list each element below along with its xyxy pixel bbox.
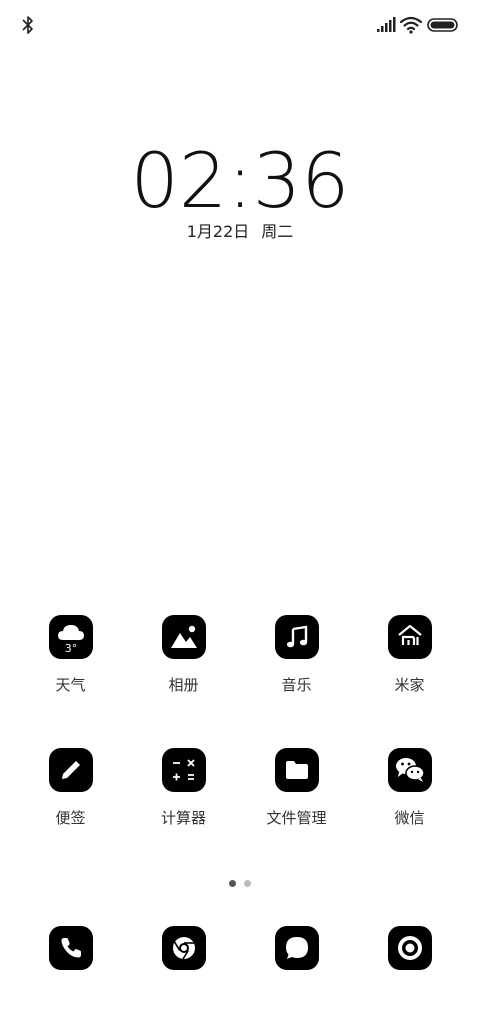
camera-icon (387, 926, 432, 970)
calculator-icon (161, 748, 206, 792)
status-bar (0, 0, 480, 50)
wifi-icon (400, 16, 422, 34)
page-dot[interactable] (244, 880, 251, 887)
dock-phone[interactable] (14, 926, 127, 970)
dock-camera[interactable] (353, 926, 466, 970)
weekday-text: 周二 (261, 222, 294, 241)
app-label: 计算器 (160, 809, 206, 827)
bluetooth-icon (22, 16, 33, 34)
app-label: 米家 (394, 676, 425, 694)
weather-icon: 3° (48, 615, 93, 659)
messages-icon (274, 926, 319, 970)
app-wechat[interactable]: 微信 (353, 748, 466, 828)
weather-temp: 3° (64, 642, 77, 654)
app-notes[interactable]: 便签 (14, 748, 127, 828)
app-label: 便签 (55, 809, 86, 827)
app-calculator[interactable]: 计算器 (127, 748, 240, 828)
clock-hour: 02 (130, 136, 228, 225)
signal-icon (377, 17, 396, 32)
app-mi-home[interactable]: 米家 (353, 615, 466, 695)
clock-separator: : (227, 136, 253, 225)
page-dot-active[interactable] (229, 880, 236, 887)
lockscreen-date: 1月22日 周二 (0, 220, 480, 244)
app-label: 微信 (394, 809, 425, 827)
lockscreen-clock: 02:36 (0, 138, 480, 224)
dock-browser[interactable] (127, 926, 240, 970)
app-label: 音乐 (281, 676, 312, 694)
gallery-icon (161, 615, 206, 659)
app-file-manager[interactable]: 文件管理 (240, 748, 353, 828)
home-screen: 02:36 1月22日 周二 3° 天气 相册 音乐 米家 便签 计算器 文件管… (0, 0, 480, 1013)
phone-icon (48, 926, 93, 970)
app-label: 文件管理 (266, 809, 327, 827)
file-manager-icon (274, 748, 319, 792)
app-label: 天气 (55, 676, 86, 694)
date-text: 1月22日 (186, 222, 250, 241)
browser-icon (161, 926, 206, 970)
dock-messages[interactable] (240, 926, 353, 970)
clock-minute: 36 (252, 136, 350, 225)
app-gallery[interactable]: 相册 (127, 615, 240, 695)
mi-home-icon (387, 615, 432, 659)
app-music[interactable]: 音乐 (240, 615, 353, 695)
music-icon (274, 615, 319, 659)
notes-icon (48, 748, 93, 792)
wechat-icon (387, 748, 432, 792)
page-indicator (0, 872, 480, 887)
app-weather[interactable]: 3° 天气 (14, 615, 127, 695)
app-label: 相册 (168, 676, 199, 694)
battery-icon (427, 18, 458, 32)
